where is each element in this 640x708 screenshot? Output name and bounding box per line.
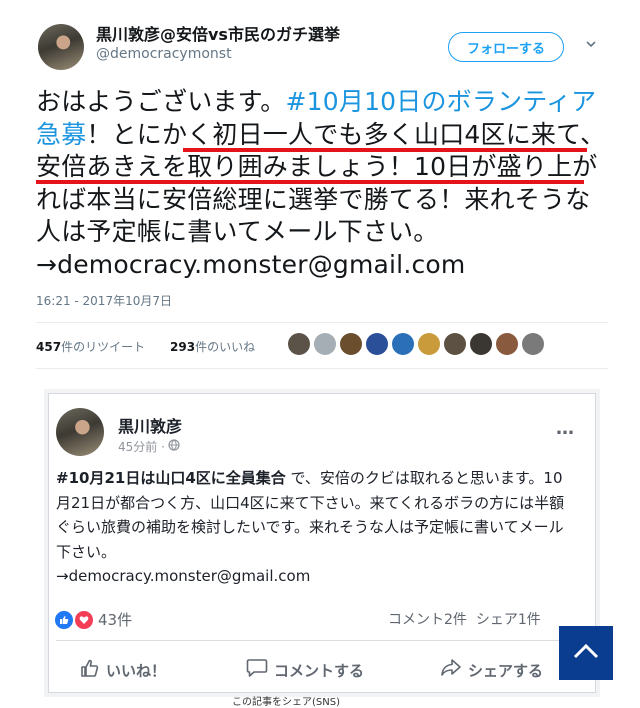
- likes-count: 293: [170, 340, 196, 354]
- liker-avatar[interactable]: [470, 333, 492, 355]
- like-stats[interactable]: 293件のいいね: [170, 338, 255, 355]
- comment-icon: [246, 658, 268, 682]
- likes-label: 件のいいね: [195, 340, 256, 354]
- red-underline-1: [183, 148, 587, 152]
- divider: [36, 368, 608, 369]
- liker-avatar[interactable]: [314, 333, 336, 355]
- fb-post-time-text: 45分前 ·: [118, 440, 165, 454]
- liker-avatars: [288, 333, 544, 355]
- fb-post-text: #10月21日は山口4区に全員集合 で、安倍のクビは取れると思います。10月21…: [56, 466, 576, 589]
- liker-avatar[interactable]: [522, 333, 544, 355]
- liker-avatar[interactable]: [288, 333, 310, 355]
- fb-post-email: →democracy.monster@gmail.com: [56, 567, 311, 585]
- fb-author-avatar[interactable]: [56, 408, 104, 456]
- fb-like-label: いいね！: [106, 661, 167, 680]
- tweet-timestamp[interactable]: 16:21 - 2017年10月7日: [36, 292, 172, 309]
- liker-avatar[interactable]: [340, 333, 362, 355]
- fb-comment-button[interactable]: コメントする: [246, 658, 364, 682]
- arrow-up-icon: [572, 642, 600, 664]
- fb-share-label: シェアする: [468, 661, 544, 680]
- liker-avatar[interactable]: [392, 333, 414, 355]
- liker-avatar[interactable]: [444, 333, 466, 355]
- love-reaction-icon: [74, 609, 94, 630]
- fb-reactions[interactable]: 43件: [54, 609, 132, 630]
- like-reaction-icon: [54, 609, 74, 630]
- tweet-author-avatar[interactable]: [38, 24, 84, 70]
- divider: [36, 322, 608, 323]
- fb-comment-share-counts[interactable]: コメント2件 シェア1件: [388, 609, 541, 629]
- follow-button[interactable]: フォローする: [448, 32, 564, 62]
- share-arrow-icon: [440, 658, 462, 682]
- scroll-to-top-button[interactable]: [559, 626, 613, 680]
- retweet-stats[interactable]: 457件のリツイート: [36, 338, 145, 355]
- liker-avatar[interactable]: [418, 333, 440, 355]
- globe-icon: [168, 439, 180, 454]
- fb-like-button[interactable]: いいね！: [80, 658, 166, 682]
- divider: [56, 640, 576, 641]
- liker-avatar[interactable]: [496, 333, 518, 355]
- more-options-icon[interactable]: …: [556, 418, 575, 439]
- tweet-handle[interactable]: @democracymonst: [96, 46, 232, 62]
- fb-post-time[interactable]: 45分前 ·: [118, 438, 180, 455]
- shares-count[interactable]: シェア1件: [476, 612, 541, 628]
- retweets-count: 457: [36, 340, 62, 354]
- retweets-label: 件のリツイート: [61, 340, 146, 354]
- red-underline-2: [36, 180, 584, 184]
- fb-comment-label: コメントする: [274, 661, 365, 680]
- reactions-count: 43件: [98, 611, 133, 629]
- tweet-display-name[interactable]: 黒川敦彦@安倍vs市民のガチ選挙: [96, 21, 340, 45]
- share-article-text[interactable]: この記事をシェア(SNS): [232, 693, 340, 708]
- fb-author-name[interactable]: 黒川敦彦: [118, 413, 182, 437]
- tweet-text-intro: おはようございます。: [36, 87, 286, 116]
- fb-hashtag[interactable]: #10月21日は山口4区に全員集合: [56, 469, 286, 487]
- fb-share-button[interactable]: シェアする: [440, 658, 543, 682]
- comments-count[interactable]: コメント2件: [388, 612, 467, 628]
- liker-avatar[interactable]: [366, 333, 388, 355]
- tweet-text-exclaim: ！: [86, 119, 112, 149]
- thumbs-up-icon: [80, 658, 100, 682]
- chevron-down-icon[interactable]: [584, 36, 598, 50]
